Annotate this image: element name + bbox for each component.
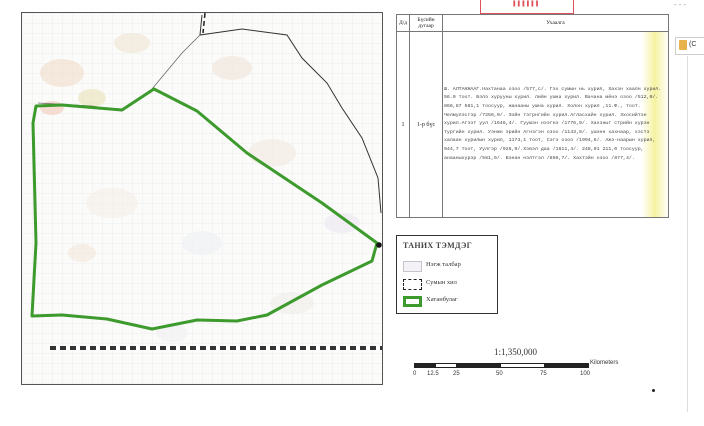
row-description: Ш. АЛТАНЖААГ.Нахтанаа озоо /577,с/. Гэх … <box>442 31 669 218</box>
legend-label: Хатанбулаг <box>426 296 458 303</box>
stamp-text: ▌▌▌▌▌▌ <box>513 2 541 7</box>
map-legend: ТАНИХ ТЭМДЭГ Нэгж талбар Сумын хил Хатан… <box>396 235 498 314</box>
scale-tick: 25 <box>453 371 460 377</box>
legend-item-soum-border: Сумын хил <box>403 278 495 290</box>
corner-mark: - - - <box>674 0 686 9</box>
legend-title: ТАНИХ ТЭМДЭГ <box>403 241 473 250</box>
attachment-tab[interactable]: (С <box>675 37 704 55</box>
scale-tick: 0 <box>413 371 417 377</box>
scale-tick: 100 <box>580 371 591 377</box>
scale-tick: 12.5 <box>427 371 439 377</box>
scale-tick: 50 <box>496 371 503 377</box>
row-no: 1 <box>396 31 410 218</box>
table-header-row: Д/д Бүсийн дугаар Ухаалга <box>396 14 669 32</box>
soum-border-swatch <box>403 279 422 290</box>
header-desc: Ухаалга <box>442 14 669 32</box>
dot-mark <box>652 389 655 392</box>
row-parcel: 1-р бүс <box>409 31 443 218</box>
attribute-table: Д/д Бүсийн дугаар Ухаалга 1 1-р бүс Ш. А… <box>396 14 669 218</box>
parcel-swatch <box>403 261 422 272</box>
legend-label: Нэгж талбар <box>426 261 461 268</box>
legend-label: Сумын хил <box>426 279 457 286</box>
table-row: 1 1-р бүс Ш. АЛТАНЖААГ.Нахтанаа озоо /57… <box>396 31 669 218</box>
header-parcel: Бүсийн дугаар <box>409 14 443 32</box>
map-frame[interactable] <box>21 12 383 385</box>
scale-ratio: 1:1,350,000 <box>494 347 538 357</box>
scale-unit: Kilometers <box>590 360 619 366</box>
attachment-label: (С <box>689 41 697 48</box>
area-swatch <box>403 296 422 307</box>
map-scale-strip <box>50 346 382 350</box>
map-canvas <box>22 13 382 384</box>
page-edge-line <box>687 56 688 412</box>
legend-item-khatanbulag: Хатанбулаг <box>403 295 495 307</box>
scale-bar <box>414 363 589 368</box>
official-stamp: ▌▌▌▌▌▌ <box>480 0 574 14</box>
header-no: Д/д <box>396 14 410 32</box>
legend-item-parcel: Нэгж талбар <box>403 260 495 272</box>
scale-tick: 75 <box>540 371 547 377</box>
junction-marker <box>376 242 382 248</box>
clipboard-icon <box>679 40 687 50</box>
